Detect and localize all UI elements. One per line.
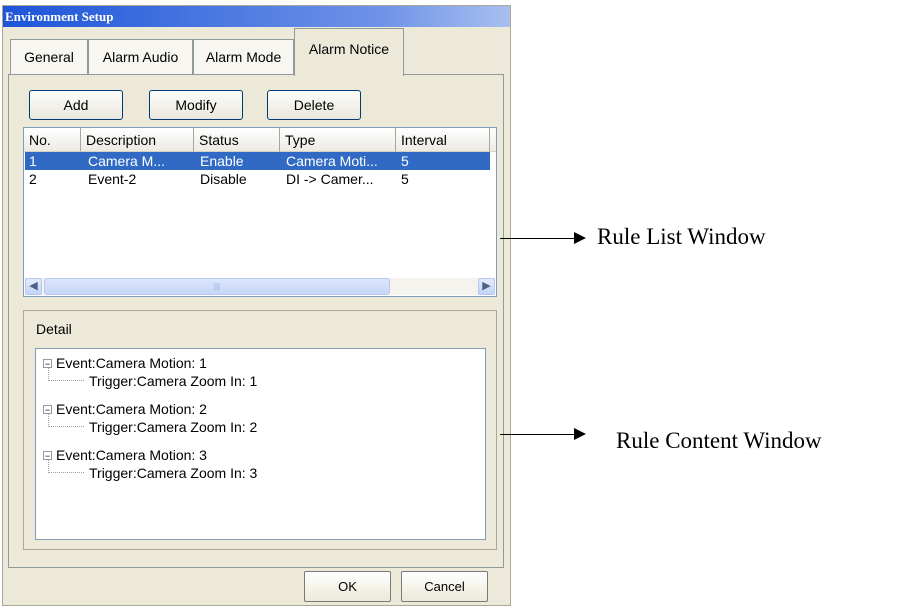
tab-alarm-audio[interactable]: Alarm Audio <box>88 39 193 75</box>
tab-general[interactable]: General <box>10 39 88 75</box>
row-type: DI -> Camer... <box>286 171 374 187</box>
row-interval: 5 <box>401 171 409 187</box>
tab-alarm-mode[interactable]: Alarm Mode <box>193 39 294 75</box>
collapse-icon[interactable]: − <box>43 405 52 415</box>
tree-trigger-node[interactable]: Trigger:Camera Zoom In: 2 <box>89 418 257 436</box>
column-no[interactable]: No. <box>24 128 81 152</box>
tree-trigger-node[interactable]: Trigger:Camera Zoom In: 3 <box>89 464 257 482</box>
scroll-left-icon[interactable]: ◀ <box>25 278 42 295</box>
rule-content-arrow-line <box>500 434 576 435</box>
modify-button[interactable]: Modify <box>149 90 243 120</box>
table-row[interactable]: 2 Event-2 Disable DI -> Camer... 5 <box>25 170 490 188</box>
rule-content-window-label: Rule Content Window <box>616 428 822 453</box>
add-button[interactable]: Add <box>29 90 123 120</box>
collapse-icon[interactable]: − <box>43 451 52 461</box>
scroll-right-icon[interactable]: ▶ <box>478 278 495 295</box>
rule-list-arrow-line <box>500 238 576 239</box>
horizontal-scrollbar[interactable]: ◀ ||| ▶ <box>25 278 495 295</box>
collapse-icon[interactable]: − <box>43 359 52 369</box>
tree-connector <box>48 460 84 473</box>
rule-content-tree[interactable]: − Event:Camera Motion: 1 Trigger:Camera … <box>35 348 486 540</box>
tree-connector <box>48 414 84 427</box>
delete-button[interactable]: Delete <box>267 90 361 120</box>
rule-list-window-label: Rule List Window <box>597 224 766 249</box>
row-description: Camera M... <box>88 153 166 169</box>
tree-connector <box>48 368 84 381</box>
scroll-thumb[interactable]: ||| <box>44 278 390 295</box>
rule-list[interactable]: No. Description Status Type Interval 1 C… <box>23 127 497 297</box>
column-interval[interactable]: Interval <box>396 128 490 152</box>
row-status: Disable <box>200 171 247 187</box>
column-filler <box>490 128 496 152</box>
rule-content-arrow-icon <box>574 428 586 440</box>
rule-list-header: No. Description Status Type Interval <box>24 128 496 152</box>
rule-list-arrow-icon <box>574 232 586 244</box>
cancel-button[interactable]: Cancel <box>401 571 488 602</box>
row-no: 2 <box>29 171 37 187</box>
column-description[interactable]: Description <box>81 128 194 152</box>
column-status[interactable]: Status <box>194 128 280 152</box>
detail-label: Detail <box>36 321 72 337</box>
row-no: 1 <box>29 153 37 169</box>
window-title: Environment Setup <box>3 6 510 27</box>
column-type[interactable]: Type <box>280 128 396 152</box>
row-interval: 5 <box>401 153 409 169</box>
ok-button[interactable]: OK <box>304 571 391 602</box>
row-status: Enable <box>200 153 244 169</box>
tree-trigger-node[interactable]: Trigger:Camera Zoom In: 1 <box>89 372 257 390</box>
table-row[interactable]: 1 Camera M... Enable Camera Moti... 5 <box>25 152 490 170</box>
row-type: Camera Moti... <box>286 153 378 169</box>
tab-alarm-notice[interactable]: Alarm Notice <box>294 28 404 76</box>
row-description: Event-2 <box>88 171 137 187</box>
